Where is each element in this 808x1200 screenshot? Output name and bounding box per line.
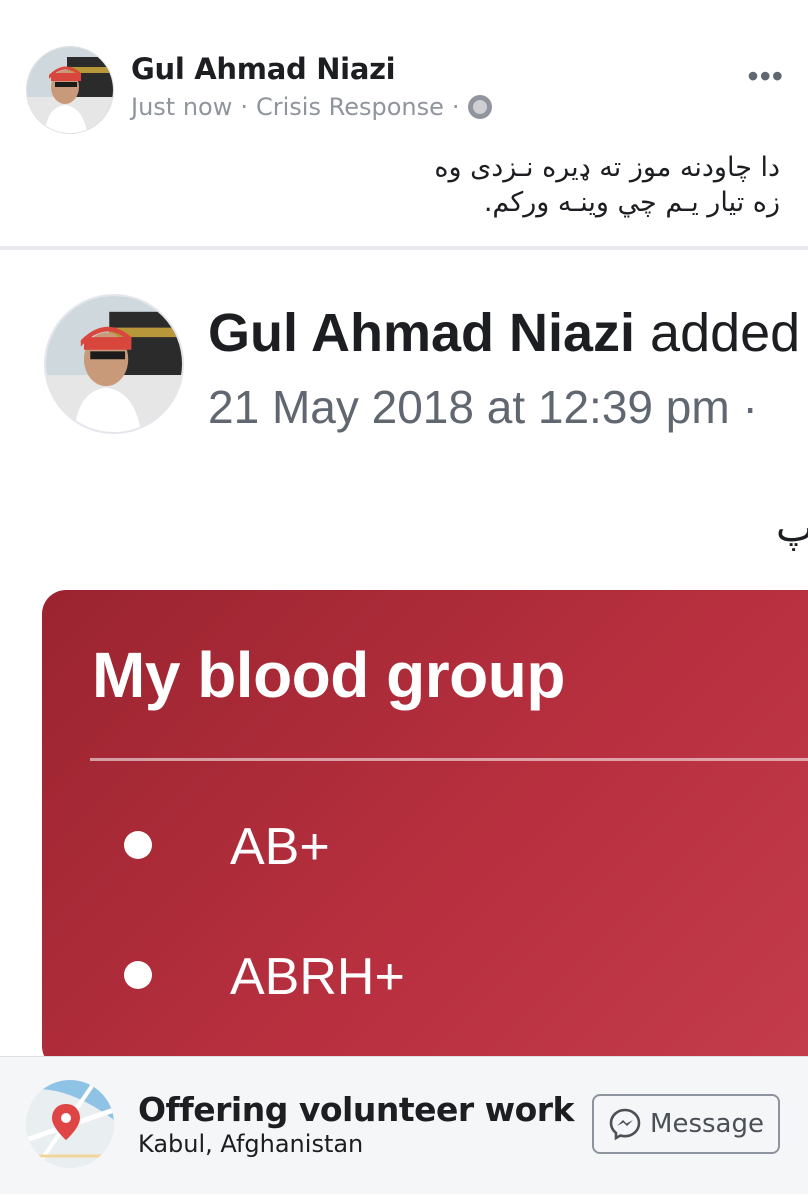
shared-author-name[interactable]: Gul Ahmad Niazi: [208, 303, 635, 363]
blood-group-item: ABRH+: [230, 948, 405, 1006]
blood-group-item: AB+: [230, 818, 330, 876]
post-time[interactable]: Just now: [131, 93, 232, 121]
card-divider: [90, 758, 808, 761]
shared-author-line: Gul Ahmad Niazi added: [208, 302, 800, 364]
blood-group-title: My blood group: [92, 639, 565, 711]
messenger-icon: [609, 1108, 641, 1141]
author-avatar[interactable]: [26, 46, 114, 134]
message-button-label: Message: [650, 1109, 764, 1139]
bullet-icon: [124, 961, 152, 989]
meta-separator: ·: [240, 93, 248, 121]
shared-action: added: [635, 303, 801, 363]
post-author[interactable]: Gul Ahmad Niazi: [131, 52, 396, 86]
shared-author-avatar[interactable]: [44, 294, 184, 434]
post-text-line-2: زه تیار یـم چي وینـه ورکم.: [483, 187, 780, 219]
meta-separator-2: ·: [451, 93, 460, 121]
message-button[interactable]: Message: [592, 1094, 780, 1154]
more-horizontal-icon[interactable]: •••: [747, 58, 784, 95]
globe-icon: [467, 95, 492, 119]
map-pin-icon[interactable]: [26, 1080, 114, 1168]
post-meta: Just now · Crisis Response ·: [131, 93, 492, 121]
footer-location: Kabul, Afghanistan: [138, 1130, 364, 1158]
post-category[interactable]: Crisis Response: [256, 93, 444, 121]
footer-title: Offering volunteer work: [138, 1090, 575, 1129]
bottom-edge: [0, 1194, 808, 1200]
shared-text-fragment: پ: [776, 505, 808, 551]
post-text-line-1: دا چاودنه موز ته ډیره نـزدی وه: [434, 152, 780, 183]
post-text: دا چاودنه موز ته ډیره نـزدی وه زه تیار ی…: [20, 150, 780, 220]
bullet-icon: [124, 831, 152, 859]
shared-date[interactable]: 21 May 2018 at 12:39 pm ·: [208, 380, 758, 434]
